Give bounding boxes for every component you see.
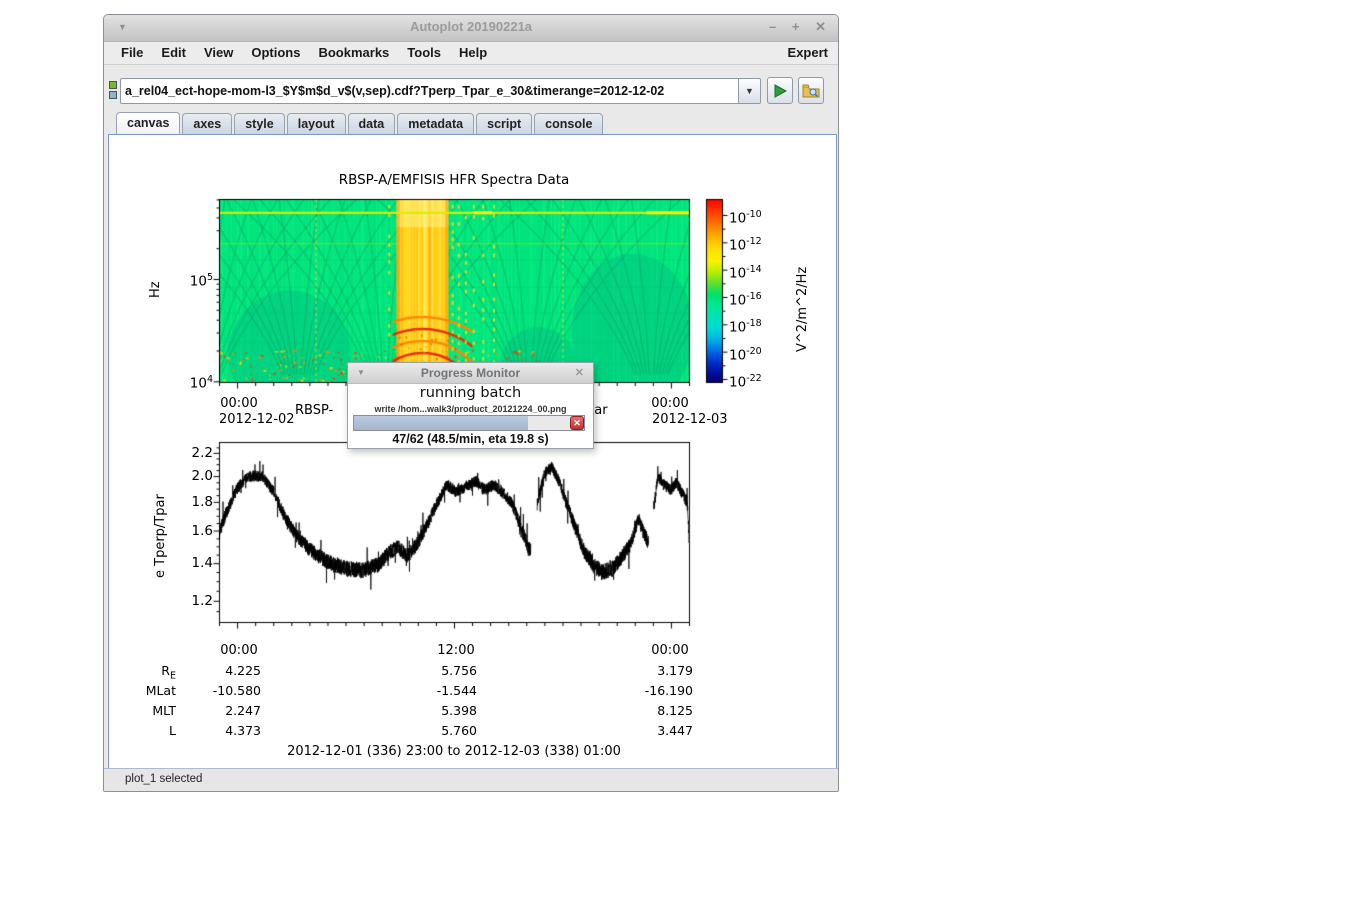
timeseries-plot[interactable] [219, 442, 689, 622]
plot1-title: RBSP-A/EMFISIS HFR Spectra Data [219, 171, 689, 189]
window-titlebar[interactable]: ▼ Autoplot 20190221a – + ✕ [104, 15, 838, 42]
ephemeris-row-label: MLT [109, 702, 176, 720]
plot2-ytick-label: 1.4 [161, 554, 213, 572]
tab-data[interactable]: data [348, 113, 396, 134]
tab-script[interactable]: script [476, 113, 532, 134]
colorbar-tick-label: 10-18 [729, 315, 762, 337]
menu-options[interactable]: Options [242, 42, 309, 60]
plot2-title-fragment-left: RBSP- [295, 402, 333, 420]
plot2-xtick-1: 12:00 [432, 642, 480, 660]
progress-dialog-title: Progress Monitor [348, 366, 593, 380]
plot1-ytick-label: 104 [161, 371, 213, 393]
menu-bookmarks[interactable]: Bookmarks [309, 42, 398, 60]
data-source-indicator-icon [109, 81, 118, 101]
plot2-xtick-2: 00:00 [646, 642, 694, 660]
window-buttons: – + ✕ [757, 19, 826, 35]
menu-file[interactable]: File [112, 42, 152, 60]
menu-help[interactable]: Help [450, 42, 496, 60]
progress-task-label: running batch [348, 385, 593, 401]
go-play-button[interactable] [767, 77, 793, 104]
close-button[interactable]: ✕ [815, 19, 826, 34]
plot1-ytick-label: 105 [161, 269, 213, 291]
ephemeris-value: 5.398 [393, 702, 477, 720]
progress-monitor-dialog: ▼ Progress Monitor ✕ running batch write… [347, 362, 594, 449]
tab-layout[interactable]: layout [287, 113, 346, 134]
ephemeris-value: 8.125 [609, 702, 693, 720]
uri-toolbar: ▼ [104, 65, 838, 112]
spectrogram-plot[interactable] [219, 199, 689, 382]
colorbar-tick-label: 10-22 [729, 370, 762, 392]
colorbar-tick-label: 10-10 [729, 206, 762, 228]
menu-bar: FileEditViewOptionsBookmarksToolsHelp Ex… [104, 42, 838, 65]
plot-canvas-area[interactable]: RBSP-A/EMFISIS HFR Spectra Data Hz V^2/m… [108, 134, 837, 772]
tab-metadata[interactable]: metadata [397, 113, 474, 134]
uri-input[interactable] [120, 78, 738, 104]
progress-dialog-close-icon[interactable]: ✕ [575, 366, 584, 379]
uri-dropdown-button[interactable]: ▼ [738, 78, 761, 104]
ephemeris-row-label: MLat [109, 682, 176, 700]
menu-tools[interactable]: Tools [398, 42, 450, 60]
tab-style[interactable]: style [234, 113, 285, 134]
progress-cancel-button[interactable]: ✕ [570, 416, 584, 430]
ephemeris-value: 3.447 [609, 722, 693, 740]
open-file-button[interactable] [798, 77, 824, 104]
ephemeris-value: 4.373 [177, 722, 261, 740]
colorbar-tick-label: 10-16 [729, 288, 762, 310]
tab-console[interactable]: console [534, 113, 603, 134]
plot2-ytick-label: 2.2 [161, 444, 213, 462]
ephemeris-value: -16.190 [609, 682, 693, 700]
colorbar-tick-label: 10-14 [729, 261, 762, 283]
play-icon [772, 83, 788, 99]
colorbar-tick-label: 10-20 [729, 343, 762, 365]
expert-mode-label[interactable]: Expert [788, 45, 828, 60]
tab-axes[interactable]: axes [182, 113, 232, 134]
status-message: plot_1 selected [125, 773, 202, 785]
plot1-xtick-left-date: 2012-12-02 [219, 411, 295, 429]
timerange-footer: 2012-12-01 (336) 23:00 to 2012-12-03 (33… [219, 743, 689, 761]
ephemeris-row-label: L [109, 722, 176, 740]
plot2-ytick-label: 2.0 [161, 467, 213, 485]
window-title: Autoplot 20190221a [104, 19, 838, 34]
uri-combobox: ▼ [120, 78, 761, 104]
folder-magnifier-icon [802, 83, 820, 99]
menu-edit[interactable]: Edit [152, 42, 195, 60]
ephemeris-value: -10.580 [177, 682, 261, 700]
progress-status-label: 47/62 (48.5/min, eta 19.8 s) [348, 432, 593, 446]
status-bar: plot_1 selected [104, 768, 838, 791]
ephemeris-value: 5.756 [393, 662, 477, 680]
progress-bar-fill [354, 416, 528, 430]
colorbar-label: V^2/m^2/Hz [794, 267, 812, 352]
ephemeris-value: 4.225 [177, 662, 261, 680]
ephemeris-value: 3.179 [609, 662, 693, 680]
ephemeris-value: 5.760 [393, 722, 477, 740]
plot2-ytick-label: 1.6 [161, 522, 213, 540]
ephemeris-value: 2.247 [177, 702, 261, 720]
plot2-xtick-0: 00:00 [215, 642, 263, 660]
minimize-button[interactable]: – [769, 19, 776, 34]
plot2-ytick-label: 1.2 [161, 592, 213, 610]
progress-detail-label: write /hom...walk3/product_20121224_00.p… [348, 404, 593, 414]
tab-bar: canvasaxesstylelayoutdatametadatascriptc… [104, 112, 838, 134]
maximize-button[interactable]: + [792, 19, 800, 34]
tab-canvas[interactable]: canvas [116, 112, 180, 134]
plot1-xtick-right-date: 2012-12-03 [652, 411, 728, 429]
menu-view[interactable]: View [195, 42, 242, 60]
plot2-ytick-label: 1.8 [161, 493, 213, 511]
progress-dialog-titlebar[interactable]: ▼ Progress Monitor ✕ [348, 363, 593, 384]
ephemeris-value: -1.544 [393, 682, 477, 700]
colorbar-tick-label: 10-12 [729, 233, 762, 255]
progress-bar [353, 415, 585, 431]
